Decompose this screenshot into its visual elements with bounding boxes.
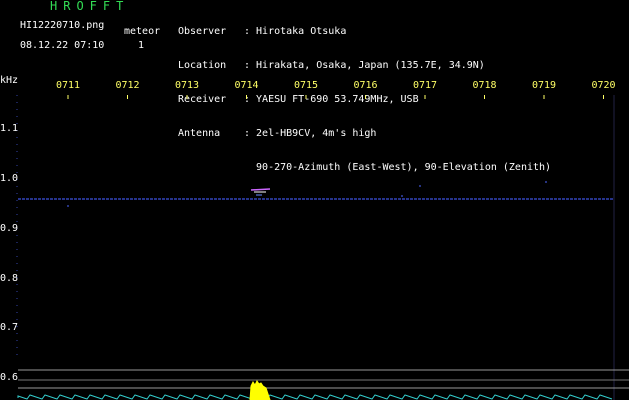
time-tick-label: 0713 <box>174 80 200 91</box>
noise-trace <box>17 394 613 400</box>
time-tick-label: 0717 <box>412 80 438 91</box>
meteor-echo <box>250 188 271 191</box>
time-tick-label: 0719 <box>531 80 557 91</box>
noise-dot <box>545 181 547 183</box>
noise-dot <box>67 205 69 207</box>
freq-tick-label: 0.8 <box>0 273 19 284</box>
spectrogram-plot <box>16 95 629 400</box>
freq-tick-label: 0.7 <box>0 322 19 333</box>
time-tick-label: 0714 <box>234 80 259 91</box>
freq-tick-label: 1.1 <box>0 123 19 134</box>
freq-tick-label: 0.9 <box>0 223 19 234</box>
time-tick-label: 0712 <box>115 80 140 91</box>
time-tick-label: 0716 <box>353 80 378 91</box>
freq-tick-label: 0.6 <box>0 372 19 383</box>
time-tick-label: 0711 <box>55 80 81 91</box>
time-tick-label: 0718 <box>472 80 497 91</box>
freq-tick-label: 1.0 <box>0 173 19 184</box>
time-tick-label: 0715 <box>293 80 319 91</box>
noise-dot <box>401 195 403 197</box>
time-tick-label: 0720 <box>591 80 616 91</box>
noise-dot <box>419 185 421 187</box>
meteor-amplitude-spike <box>249 380 271 400</box>
